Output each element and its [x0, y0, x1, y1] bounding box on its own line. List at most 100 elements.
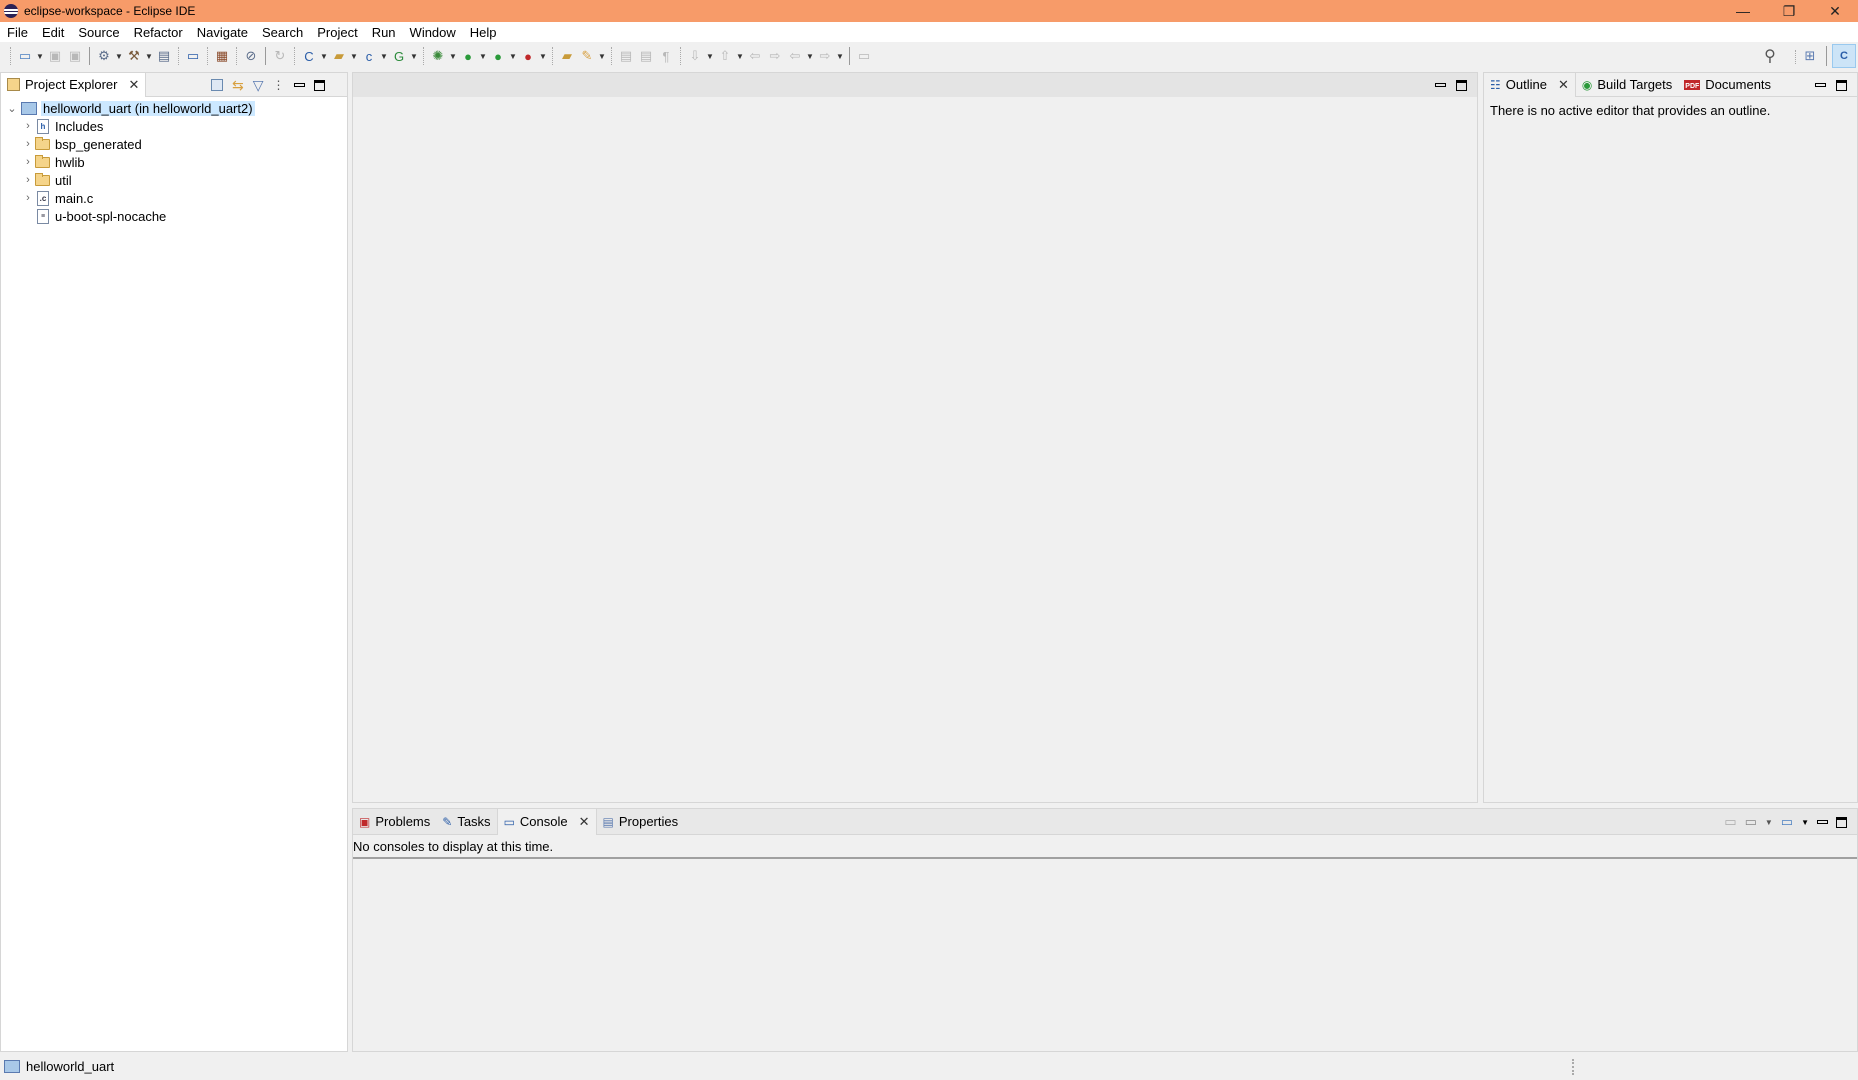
new-source-folder-icon[interactable]: ▰ — [329, 46, 349, 66]
tree-item-bsp-generated[interactable]: › bsp_generated — [21, 135, 142, 153]
prev-annotation-dropdown[interactable]: ▼ — [735, 52, 745, 61]
open-perspective-icon[interactable]: ⊞ — [1800, 46, 1820, 66]
restore-button[interactable]: ❐ — [1766, 0, 1812, 22]
run-dropdown[interactable]: ▼ — [478, 52, 488, 61]
new-source-folder-dropdown[interactable]: ▼ — [349, 52, 359, 61]
chevron-right-icon[interactable]: › — [21, 192, 35, 204]
back-dropdown[interactable]: ▼ — [805, 52, 815, 61]
forward-icon[interactable]: ⇨ — [815, 46, 835, 66]
new-generic-dropdown[interactable]: ▼ — [409, 52, 419, 61]
next-annotation-dropdown[interactable]: ▼ — [705, 52, 715, 61]
chevron-right-icon[interactable]: › — [21, 120, 35, 132]
plugin-icon[interactable]: ▦ — [212, 46, 232, 66]
toggle-word-wrap-icon[interactable]: ▤ — [616, 46, 636, 66]
coverage-dropdown[interactable]: ▼ — [508, 52, 518, 61]
close-icon[interactable]: ✕ — [579, 814, 590, 830]
show-whitespace-icon[interactable]: ¶ — [656, 46, 676, 66]
back-icon[interactable]: ⇦ — [785, 46, 805, 66]
tab-problems[interactable]: ▣ Problems — [353, 809, 436, 835]
status-bar-handle[interactable] — [1572, 1059, 1574, 1075]
coverage-icon[interactable]: ● — [488, 46, 508, 66]
chevron-right-icon[interactable]: › — [21, 156, 35, 168]
maximize-view-button[interactable] — [1836, 79, 1847, 91]
tree-root[interactable]: ⌄ helloworld_uart (in helloworld_uart2) — [5, 99, 255, 117]
close-button[interactable]: ✕ — [1812, 0, 1858, 22]
menu-window[interactable]: Window — [403, 25, 463, 40]
menu-help[interactable]: Help — [463, 25, 504, 40]
menu-search[interactable]: Search — [255, 25, 310, 40]
build-hammer-icon[interactable]: ⚒ — [124, 46, 144, 66]
skip-breakpoints-icon[interactable]: ⊘ — [241, 46, 261, 66]
next-annotation-icon[interactable]: ⇩ — [685, 46, 705, 66]
build-dropdown[interactable]: ▼ — [144, 52, 154, 61]
tree-item-util[interactable]: › util — [21, 171, 72, 189]
new-class-icon[interactable]: c — [359, 46, 379, 66]
search-icon[interactable]: ⚲ — [1760, 46, 1780, 66]
tab-console[interactable]: ▭ Console ✕ — [496, 808, 597, 835]
menu-refactor[interactable]: Refactor — [127, 25, 190, 40]
forward-dropdown[interactable]: ▼ — [835, 52, 845, 61]
terminal-icon[interactable]: ▭ — [183, 46, 203, 66]
binary-icon[interactable]: ▤ — [154, 46, 174, 66]
build-config-dropdown[interactable]: ▼ — [114, 52, 124, 61]
open-type-icon[interactable]: ▰ — [557, 46, 577, 66]
external-tools-icon[interactable]: ● — [518, 46, 538, 66]
view-menu-icon[interactable]: ⋮ — [273, 78, 285, 92]
search-dropdown[interactable]: ▼ — [597, 52, 607, 61]
display-console-icon[interactable]: ▭ — [1745, 814, 1757, 830]
debug-dropdown[interactable]: ▼ — [448, 52, 458, 61]
tab-build-targets[interactable]: ◉ Build Targets — [1576, 73, 1678, 97]
block-selection-icon[interactable]: ▤ — [636, 46, 656, 66]
collapse-all-icon[interactable] — [211, 79, 223, 91]
new-class-dropdown[interactable]: ▼ — [379, 52, 389, 61]
minimize-view-button[interactable] — [1815, 83, 1826, 87]
menu-navigate[interactable]: Navigate — [190, 25, 255, 40]
tree-item-hwlib[interactable]: › hwlib — [21, 153, 85, 171]
minimize-editor-button[interactable] — [1435, 83, 1446, 87]
new-c-project-dropdown[interactable]: ▼ — [319, 52, 329, 61]
new-generic-icon[interactable]: G — [389, 46, 409, 66]
menu-file[interactable]: File — [0, 25, 35, 40]
tab-project-explorer[interactable]: Project Explorer ✕ — [1, 72, 147, 97]
minimize-view-button[interactable] — [293, 83, 305, 87]
minimize-button[interactable]: — — [1720, 0, 1766, 22]
tree-item-main-c[interactable]: › .c main.c — [21, 189, 93, 207]
maximize-editor-button[interactable] — [1456, 79, 1467, 91]
tab-documents[interactable]: PDF Documents — [1678, 73, 1777, 97]
chevron-down-icon[interactable]: ⌄ — [5, 102, 19, 115]
step-return-icon[interactable]: ↻ — [270, 46, 290, 66]
tab-properties[interactable]: ▤ Properties — [597, 809, 685, 835]
chevron-right-icon[interactable]: › — [21, 138, 35, 150]
maximize-view-button[interactable] — [1836, 816, 1847, 828]
external-tools-dropdown[interactable]: ▼ — [538, 52, 548, 61]
tree-item-includes[interactable]: › h Includes — [21, 117, 103, 135]
save-all-icon[interactable]: ▣ — [65, 46, 85, 66]
tree-item-u-boot-spl-nocache[interactable]: ≡ u-boot-spl-nocache — [21, 207, 166, 225]
new-icon[interactable]: ▭ — [15, 46, 35, 66]
menu-edit[interactable]: Edit — [35, 25, 71, 40]
link-with-editor-icon[interactable]: ⇆ — [232, 77, 244, 94]
prev-annotation-icon[interactable]: ⇧ — [715, 46, 735, 66]
tab-tasks[interactable]: ✎ Tasks — [436, 809, 496, 835]
maximize-view-button[interactable] — [313, 79, 325, 91]
close-icon[interactable]: ✕ — [128, 77, 139, 93]
build-config-icon[interactable]: ⚙ — [94, 46, 114, 66]
last-edit-icon[interactable]: ⇦ — [745, 46, 765, 66]
filter-icon[interactable]: ▽ — [253, 77, 264, 94]
pin-console-icon[interactable]: ▭ — [1724, 814, 1736, 830]
menu-run[interactable]: Run — [365, 25, 403, 40]
display-console-dropdown[interactable]: ▼ — [1765, 818, 1773, 827]
c-cpp-perspective-icon[interactable]: C — [1832, 44, 1856, 68]
pin-editor-icon[interactable]: ▭ — [854, 46, 874, 66]
debug-icon[interactable]: ✺ — [428, 46, 448, 66]
search-pen-icon[interactable]: ✎ — [577, 46, 597, 66]
save-icon[interactable]: ▣ — [45, 46, 65, 66]
menu-project[interactable]: Project — [310, 25, 364, 40]
menu-source[interactable]: Source — [71, 25, 126, 40]
open-console-icon[interactable]: ▭ — [1781, 814, 1793, 830]
close-icon[interactable]: ✕ — [1558, 77, 1569, 93]
run-icon[interactable]: ● — [458, 46, 478, 66]
minimize-view-button[interactable] — [1817, 820, 1828, 824]
next-edit-icon[interactable]: ⇨ — [765, 46, 785, 66]
new-c-project-icon[interactable]: C — [299, 46, 319, 66]
